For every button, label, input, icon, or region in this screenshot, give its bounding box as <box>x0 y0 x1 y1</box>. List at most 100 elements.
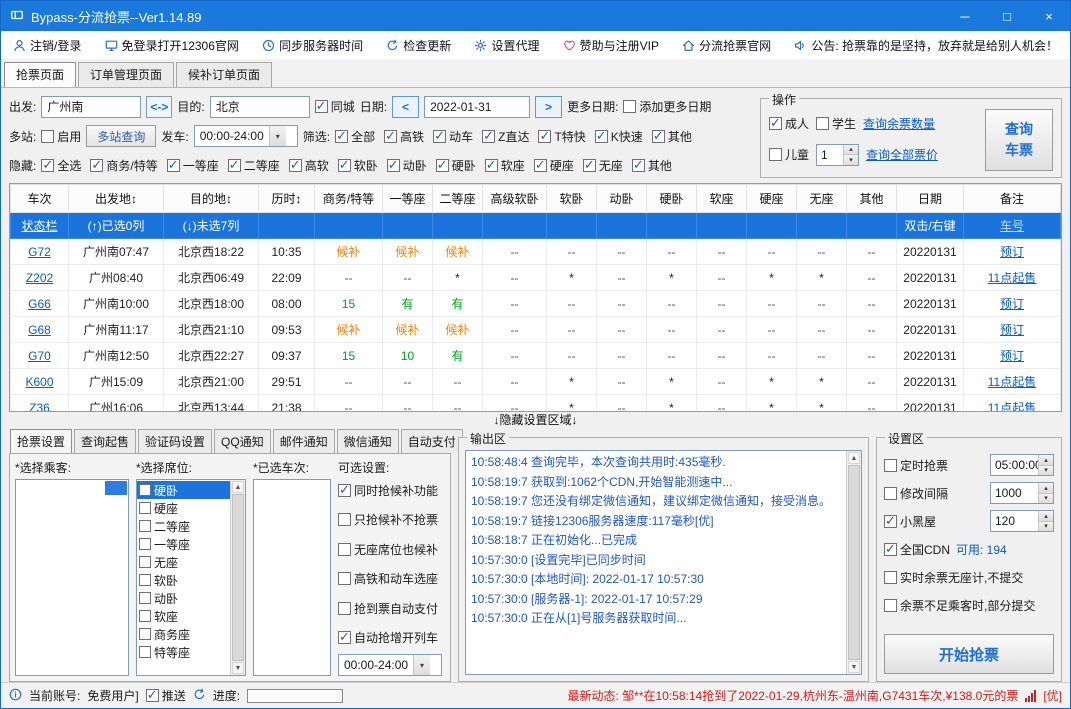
child-count-value[interactable]: 1 <box>817 145 843 165</box>
column-header-0[interactable]: 车次 <box>10 184 69 213</box>
column-header-13[interactable]: 无座 <box>796 184 847 213</box>
scroll-down-icon[interactable]: ▼ <box>848 661 860 673</box>
chevron-down-icon[interactable]: ▾ <box>413 655 431 675</box>
train-number-link[interactable]: G70 <box>10 342 69 369</box>
train-row[interactable]: G66 广州南10:00 北京西18:00 08:00 15 有有 -- -- -- -- -- --… <box>10 290 1061 317</box>
scroll-up-icon[interactable]: ▲ <box>232 481 244 493</box>
scroll-up-icon[interactable]: ▲ <box>848 452 860 464</box>
scrollbar-thumb[interactable] <box>232 494 244 661</box>
push-checkbox[interactable]: 推送 <box>145 687 186 704</box>
hide-settings-divider[interactable]: ↓隐藏设置区域↓ <box>1 412 1070 429</box>
seat-item[interactable]: 软座 <box>137 607 230 625</box>
same-city-checkbox[interactable]: 同城 <box>314 98 355 115</box>
menu-item-open-12306[interactable]: 免登录打开12306官网 <box>105 37 239 54</box>
query-price-link[interactable]: 查询全部票价 <box>866 146 938 163</box>
hide-checkbox-5[interactable]: 软卧 <box>337 157 378 174</box>
swap-stations-button[interactable]: <-> <box>146 95 173 118</box>
spinner-value[interactable]: 120 <box>991 511 1038 531</box>
seat-item[interactable]: 特等座 <box>137 643 230 661</box>
spinner-down-icon[interactable]: ▾ <box>1039 492 1053 503</box>
settings-checkbox-5[interactable]: 余票不足乘客时,部分提交 <box>884 597 1035 614</box>
multi-station-query-button[interactable]: 多站查询 <box>86 125 157 147</box>
column-header-16[interactable]: 备注 <box>963 184 1061 213</box>
tab-grab-settings[interactable]: 抢票设置 <box>10 429 73 454</box>
spinner-down-icon[interactable]: ▾ <box>1039 464 1053 475</box>
status-row[interactable]: 状态栏 (↑)已选0列 (↓)未选7列 双击/右键 车号 <box>10 212 1061 239</box>
hide-checkbox-7[interactable]: 硬卧 <box>435 157 476 174</box>
note-link[interactable]: 11点起售 <box>963 394 1061 411</box>
seat-list-scrollbar[interactable]: ▲ ▼ <box>230 480 245 675</box>
add-more-dates-checkbox[interactable]: 添加更多日期 <box>623 98 711 115</box>
spinner-value[interactable]: 1000 <box>991 483 1038 503</box>
hide-checkbox-8[interactable]: 软座 <box>484 157 525 174</box>
menu-item-sponsor-vip[interactable]: 赞助与注册VIP <box>563 37 659 54</box>
scrollbar-thumb[interactable] <box>848 465 860 660</box>
adult-checkbox[interactable]: 成人 <box>769 115 809 132</box>
passenger-list[interactable] <box>15 479 129 676</box>
seat-item[interactable]: 一等座 <box>137 535 230 553</box>
hide-checkbox-6[interactable]: 动卧 <box>386 157 427 174</box>
tab-qq-notify[interactable]: QQ通知 <box>214 429 271 454</box>
note-link[interactable]: 预订 <box>963 342 1061 369</box>
option-checkbox-4[interactable]: 抢到票自动支付 <box>338 600 445 617</box>
column-header-1[interactable]: 出发地↕ <box>68 184 164 213</box>
grab-time-range-select[interactable]: 00:00-24:00 ▾ <box>338 654 442 676</box>
settings-checkbox-0[interactable]: 定时抢票 <box>884 457 948 474</box>
option-checkbox-0[interactable]: 同时抢候补功能 <box>338 482 445 499</box>
student-checkbox[interactable]: 学生 <box>816 115 856 132</box>
column-header-7[interactable]: 高级软卧 <box>482 184 547 213</box>
filter-checkbox-5[interactable]: K快速 <box>594 128 643 145</box>
spinner-down-icon[interactable]: ▾ <box>844 154 859 165</box>
hide-checkbox-0[interactable]: 全选 <box>41 157 81 174</box>
spinner-up-icon[interactable]: ▴ <box>1039 455 1053 465</box>
column-header-2[interactable]: 目的地↕ <box>163 184 259 213</box>
prev-date-button[interactable]: < <box>392 95 420 118</box>
note-link[interactable]: 11点起售 <box>963 368 1061 395</box>
option-checkbox-5[interactable]: 自动抢增开列车 <box>338 629 445 646</box>
spinner-up-icon[interactable]: ▴ <box>1039 483 1053 493</box>
settings-spinner[interactable]: 05:00:00 ▴ ▾ <box>990 454 1054 476</box>
hide-checkbox-10[interactable]: 无座 <box>582 157 623 174</box>
dest-input[interactable]: 北京 <box>209 95 310 118</box>
tab-mail-notify[interactable]: 邮件通知 <box>272 429 335 454</box>
filter-checkbox-6[interactable]: 其他 <box>651 128 692 145</box>
seat-item[interactable]: 无座 <box>137 553 230 571</box>
close-button[interactable]: × <box>1028 1 1070 31</box>
note-link[interactable]: 预订 <box>963 316 1061 343</box>
spinner-arrows[interactable]: ▴ ▾ <box>1038 483 1053 503</box>
seat-item[interactable]: 硬卧 <box>137 481 230 499</box>
seat-item[interactable]: 商务座 <box>137 625 230 643</box>
spinner-arrows[interactable]: ▴ ▾ <box>1038 511 1053 531</box>
settings-checkbox-3[interactable]: 全国CDN <box>884 541 950 558</box>
tab-auto-pay[interactable]: 自动支付 <box>400 429 463 454</box>
query-remaining-link[interactable]: 查询余票数量 <box>863 115 935 132</box>
hide-checkbox-9[interactable]: 硬座 <box>533 157 574 174</box>
seat-item[interactable]: 软卧 <box>137 571 230 589</box>
date-input[interactable]: 2022-01-31 <box>424 95 531 118</box>
start-grab-button[interactable]: 开始抢票 <box>884 634 1054 674</box>
depart-time-select[interactable]: 00:00-24:00 ▾ <box>193 125 298 147</box>
hide-checkbox-4[interactable]: 高软 <box>288 157 329 174</box>
train-row[interactable]: K600 广州15:09 北京西21:00 29:51 -- -- -- -- * -- * -- * *… <box>10 368 1061 395</box>
multi-station-enable-checkbox[interactable]: 启用 <box>41 128 81 145</box>
settings-checkbox-1[interactable]: 修改间隔 <box>884 485 948 502</box>
column-header-4[interactable]: 商务/特等 <box>314 184 383 213</box>
column-header-5[interactable]: 一等座 <box>382 184 433 213</box>
filter-checkbox-2[interactable]: 动车 <box>433 128 473 145</box>
query-tickets-button[interactable]: 查询车票 <box>985 109 1053 171</box>
settings-checkbox-2[interactable]: 小黑屋 <box>884 513 936 530</box>
chevron-down-icon[interactable]: ▾ <box>268 126 286 146</box>
settings-checkbox-4[interactable]: 实时余票无座计,不提交 <box>884 569 1023 586</box>
column-header-15[interactable]: 日期 <box>896 184 964 213</box>
seat-list[interactable]: 硬卧 硬座 二等座 一等座 无座 软卧 动卧 软座 商务座 特等座 ▲ ▼ <box>136 479 246 676</box>
train-row[interactable]: G68 广州南11:17 北京西21:10 09:53 候补 候补 候补 -- -- -- -- --… <box>10 316 1061 343</box>
column-header-9[interactable]: 动卧 <box>596 184 647 213</box>
hide-checkbox-1[interactable]: 商务/特等 <box>90 157 158 174</box>
status-row-trainno-link[interactable]: 车号 <box>963 212 1061 239</box>
train-number-link[interactable]: Z36 <box>10 394 69 411</box>
train-number-link[interactable]: Z202 <box>10 264 69 291</box>
status-row-label[interactable]: 状态栏 <box>10 212 69 239</box>
option-checkbox-2[interactable]: 无座席位也候补 <box>338 541 445 558</box>
hide-checkbox-11[interactable]: 其他 <box>631 157 672 174</box>
menu-item-sync-server-time[interactable]: 同步服务器时间 <box>262 37 363 54</box>
